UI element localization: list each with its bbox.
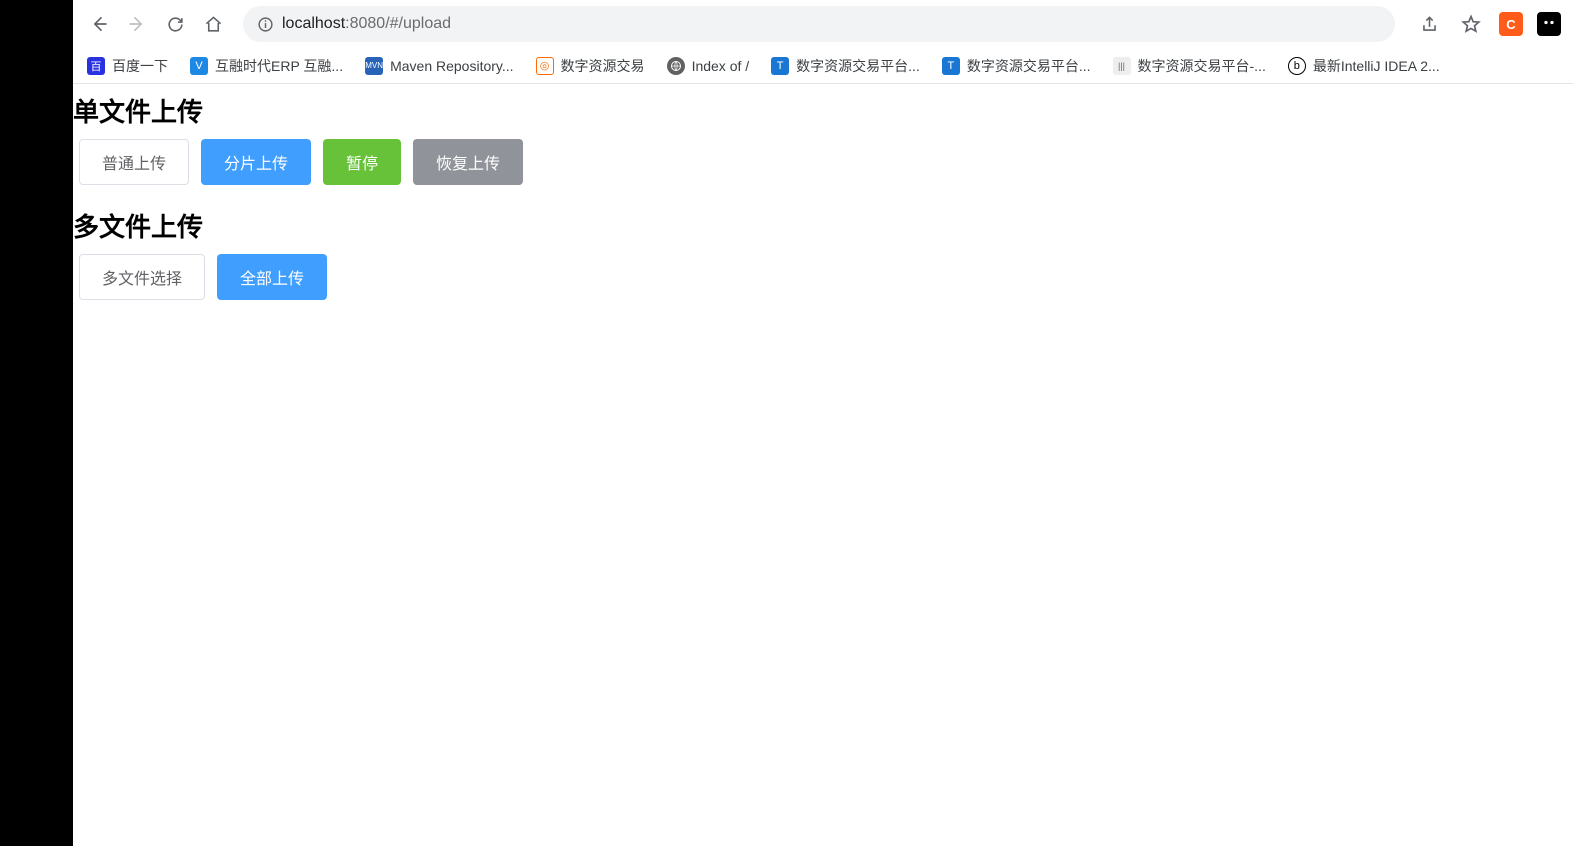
address-bar[interactable]: localhost:8080/#/upload (243, 6, 1395, 42)
chunk-upload-button[interactable]: 分片上传 (201, 139, 311, 185)
single-upload-buttons: 普通上传 分片上传 暂停 恢复上传 (73, 139, 1573, 185)
resume-upload-button[interactable]: 恢复上传 (413, 139, 523, 185)
bookmark-label: 数字资源交易平台... (967, 56, 1091, 76)
browser-window: localhost:8080/#/upload C 百 百度一下 V 互融时代E… (73, 0, 1573, 846)
bookmark-icon: T (771, 57, 789, 75)
bookmark-label: 最新IntelliJ IDEA 2... (1313, 56, 1440, 76)
multi-upload-buttons: 多文件选择 全部上传 (73, 254, 1573, 300)
multi-file-select-button[interactable]: 多文件选择 (79, 254, 205, 300)
forward-button[interactable] (123, 10, 151, 38)
extension-c[interactable]: C (1499, 12, 1523, 36)
left-black-strip (0, 0, 73, 846)
bookmark-item[interactable]: MVN Maven Repository... (363, 53, 515, 79)
home-button[interactable] (199, 10, 227, 38)
toolbar-right: C (1415, 10, 1561, 38)
share-icon (1420, 15, 1439, 34)
bookmark-label: 数字资源交易平台... (796, 56, 920, 76)
bookmark-icon: b (1288, 57, 1306, 75)
page-content: 单文件上传 普通上传 分片上传 暂停 恢复上传 多文件上传 多文件选择 全部上传 (73, 84, 1573, 846)
url-port-path: :8080/#/upload (345, 15, 451, 32)
bookmark-label: 互融时代ERP 互融... (215, 56, 343, 76)
normal-upload-button[interactable]: 普通上传 (79, 139, 189, 185)
share-button[interactable] (1415, 10, 1443, 38)
extension-unknown[interactable] (1537, 12, 1561, 36)
bookmark-icon: 百 (87, 57, 105, 75)
bookmark-label: Maven Repository... (390, 58, 513, 74)
star-icon (1461, 14, 1481, 34)
bookmark-label: 百度一下 (112, 56, 168, 76)
extension-c-label: C (1506, 17, 1515, 32)
bookmark-label: Index of / (692, 58, 750, 74)
info-icon (257, 16, 274, 33)
arrow-right-icon (127, 14, 147, 34)
bookmark-icon: V (190, 57, 208, 75)
bookmark-star-button[interactable] (1457, 10, 1485, 38)
bookmark-icon: T (942, 57, 960, 75)
bookmark-item[interactable]: Index of / (665, 53, 752, 79)
bookmark-icon (667, 57, 685, 75)
bookmark-item[interactable]: 百 百度一下 (85, 52, 170, 80)
pause-button[interactable]: 暂停 (323, 139, 401, 185)
bookmark-icon: ||| (1113, 57, 1131, 75)
address-text: localhost:8080/#/upload (282, 15, 451, 33)
bookmark-item[interactable]: ||| 数字资源交易平台-... (1111, 52, 1268, 80)
back-button[interactable] (85, 10, 113, 38)
face-icon (1540, 15, 1558, 33)
single-file-upload-heading: 单文件上传 (73, 92, 1573, 129)
bookmark-item[interactable]: T 数字资源交易平台... (769, 52, 922, 80)
upload-all-button[interactable]: 全部上传 (217, 254, 327, 300)
browser-toolbar: localhost:8080/#/upload C (73, 0, 1573, 48)
home-icon (204, 15, 223, 34)
url-host: localhost (282, 15, 345, 32)
globe-icon (670, 60, 682, 72)
multi-file-upload-heading: 多文件上传 (73, 207, 1573, 244)
bookmark-icon: MVN (365, 57, 383, 75)
bookmark-item[interactable]: T 数字资源交易平台... (940, 52, 1093, 80)
bookmark-label: 数字资源交易平台-... (1138, 56, 1266, 76)
bookmark-item[interactable]: ◎ 数字资源交易 (534, 52, 647, 80)
bookmark-label: 数字资源交易 (561, 56, 645, 76)
bookmark-item[interactable]: V 互融时代ERP 互融... (188, 52, 345, 80)
bookmark-item[interactable]: b 最新IntelliJ IDEA 2... (1286, 52, 1442, 80)
reload-button[interactable] (161, 10, 189, 38)
bookmark-icon: ◎ (536, 57, 554, 75)
bookmarks-bar: 百 百度一下 V 互融时代ERP 互融... MVN Maven Reposit… (73, 48, 1573, 84)
reload-icon (166, 15, 185, 34)
arrow-left-icon (89, 14, 109, 34)
